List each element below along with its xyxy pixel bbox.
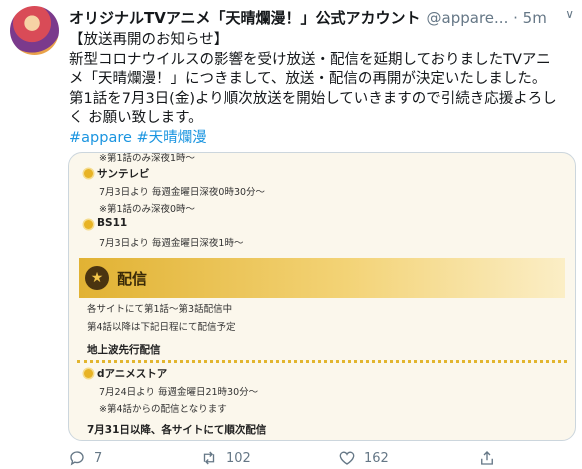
hashtag-link[interactable]: #天晴爛漫 [137,130,207,146]
card-text: 第4話以降は下記日程にて配信予定 [87,322,236,333]
section-title: 配信 [117,270,148,288]
tweet-header: オリジナルTVアニメ「天晴爛漫！」公式アカウント @appare... · 5m … [69,7,574,29]
card-text: 7月3日より 毎週金曜日深夜1時〜 [99,238,244,249]
channel-name: BS11 [97,217,128,229]
like-count: 162 [364,450,389,466]
action-bar: 7 102 162 [68,449,574,467]
star-icon: ★ [85,266,109,290]
tweet-line: く お願い致します。 [69,110,203,126]
card-text: ※第1話のみ深夜0時〜 [99,204,196,215]
flower-icon [84,369,93,378]
tweet-text: 【放送再開のお知らせ】 新型コロナウイルスの影響を受け放送・配信を延期しておりま… [69,31,574,148]
tweet-line: 【放送再開のお知らせ】 [69,32,229,48]
reply-icon [70,451,84,466]
tweet-line: メ「天晴爛漫！」につきまして、放送・配信の再開が決定いたしました。 [69,71,547,87]
reply-count: 7 [94,450,103,466]
flower-icon [84,169,93,178]
subheading: 地上波先行配信 [87,344,161,356]
retweet-icon [203,451,215,465]
share-icon [481,451,493,465]
retweet-count: 102 [226,450,251,466]
section-banner: ★ 配信 [79,258,565,298]
channel-name: dアニメストア [97,368,168,380]
tweet-time[interactable]: · 5m [513,9,547,27]
retweet-button[interactable]: 102 [200,449,251,467]
flower-icon [84,220,93,229]
card-text: 7月24日より 毎週金曜日21時30分〜 [99,387,259,398]
card-text: 各サイトにて第1話〜第3話配信中 [87,304,233,315]
user-handle[interactable]: @appare... [427,9,509,27]
profile-avatar[interactable] [10,6,59,55]
card-text: ※第1話のみ深夜1時〜 [99,153,196,164]
hashtag-link[interactable]: #appare [69,130,132,146]
subheading: 7月31日以降、各サイトにて順次配信 [87,424,267,436]
tweet-image[interactable]: ※第1話のみ深夜1時〜 サンテレビ 7月3日より 毎週金曜日深夜0時30分〜 ※… [68,152,576,441]
chevron-down-icon[interactable]: ∨ [565,7,574,21]
like-button[interactable]: 162 [338,449,389,467]
card-text: 7月3日より 毎週金曜日深夜0時30分〜 [99,187,266,198]
channel-name: サンテレビ [97,168,150,180]
display-name[interactable]: オリジナルTVアニメ「天晴爛漫！」公式アカウント [69,9,421,27]
tweet-line: 第1話を7月3日(金)より順次放送を開始していきますので引続き応援よろし [69,90,557,107]
hashtag-row: #appare #天晴爛漫 [69,129,574,149]
share-button[interactable] [478,449,496,467]
tweet-line: 新型コロナウイルスの影響を受け放送・配信を延期しておりましたTVアニ [69,51,551,68]
heart-icon [339,451,355,465]
dotted-divider [77,360,567,363]
card-text: ※第4話からの配信となります [99,404,227,415]
reply-button[interactable]: 7 [68,449,102,467]
